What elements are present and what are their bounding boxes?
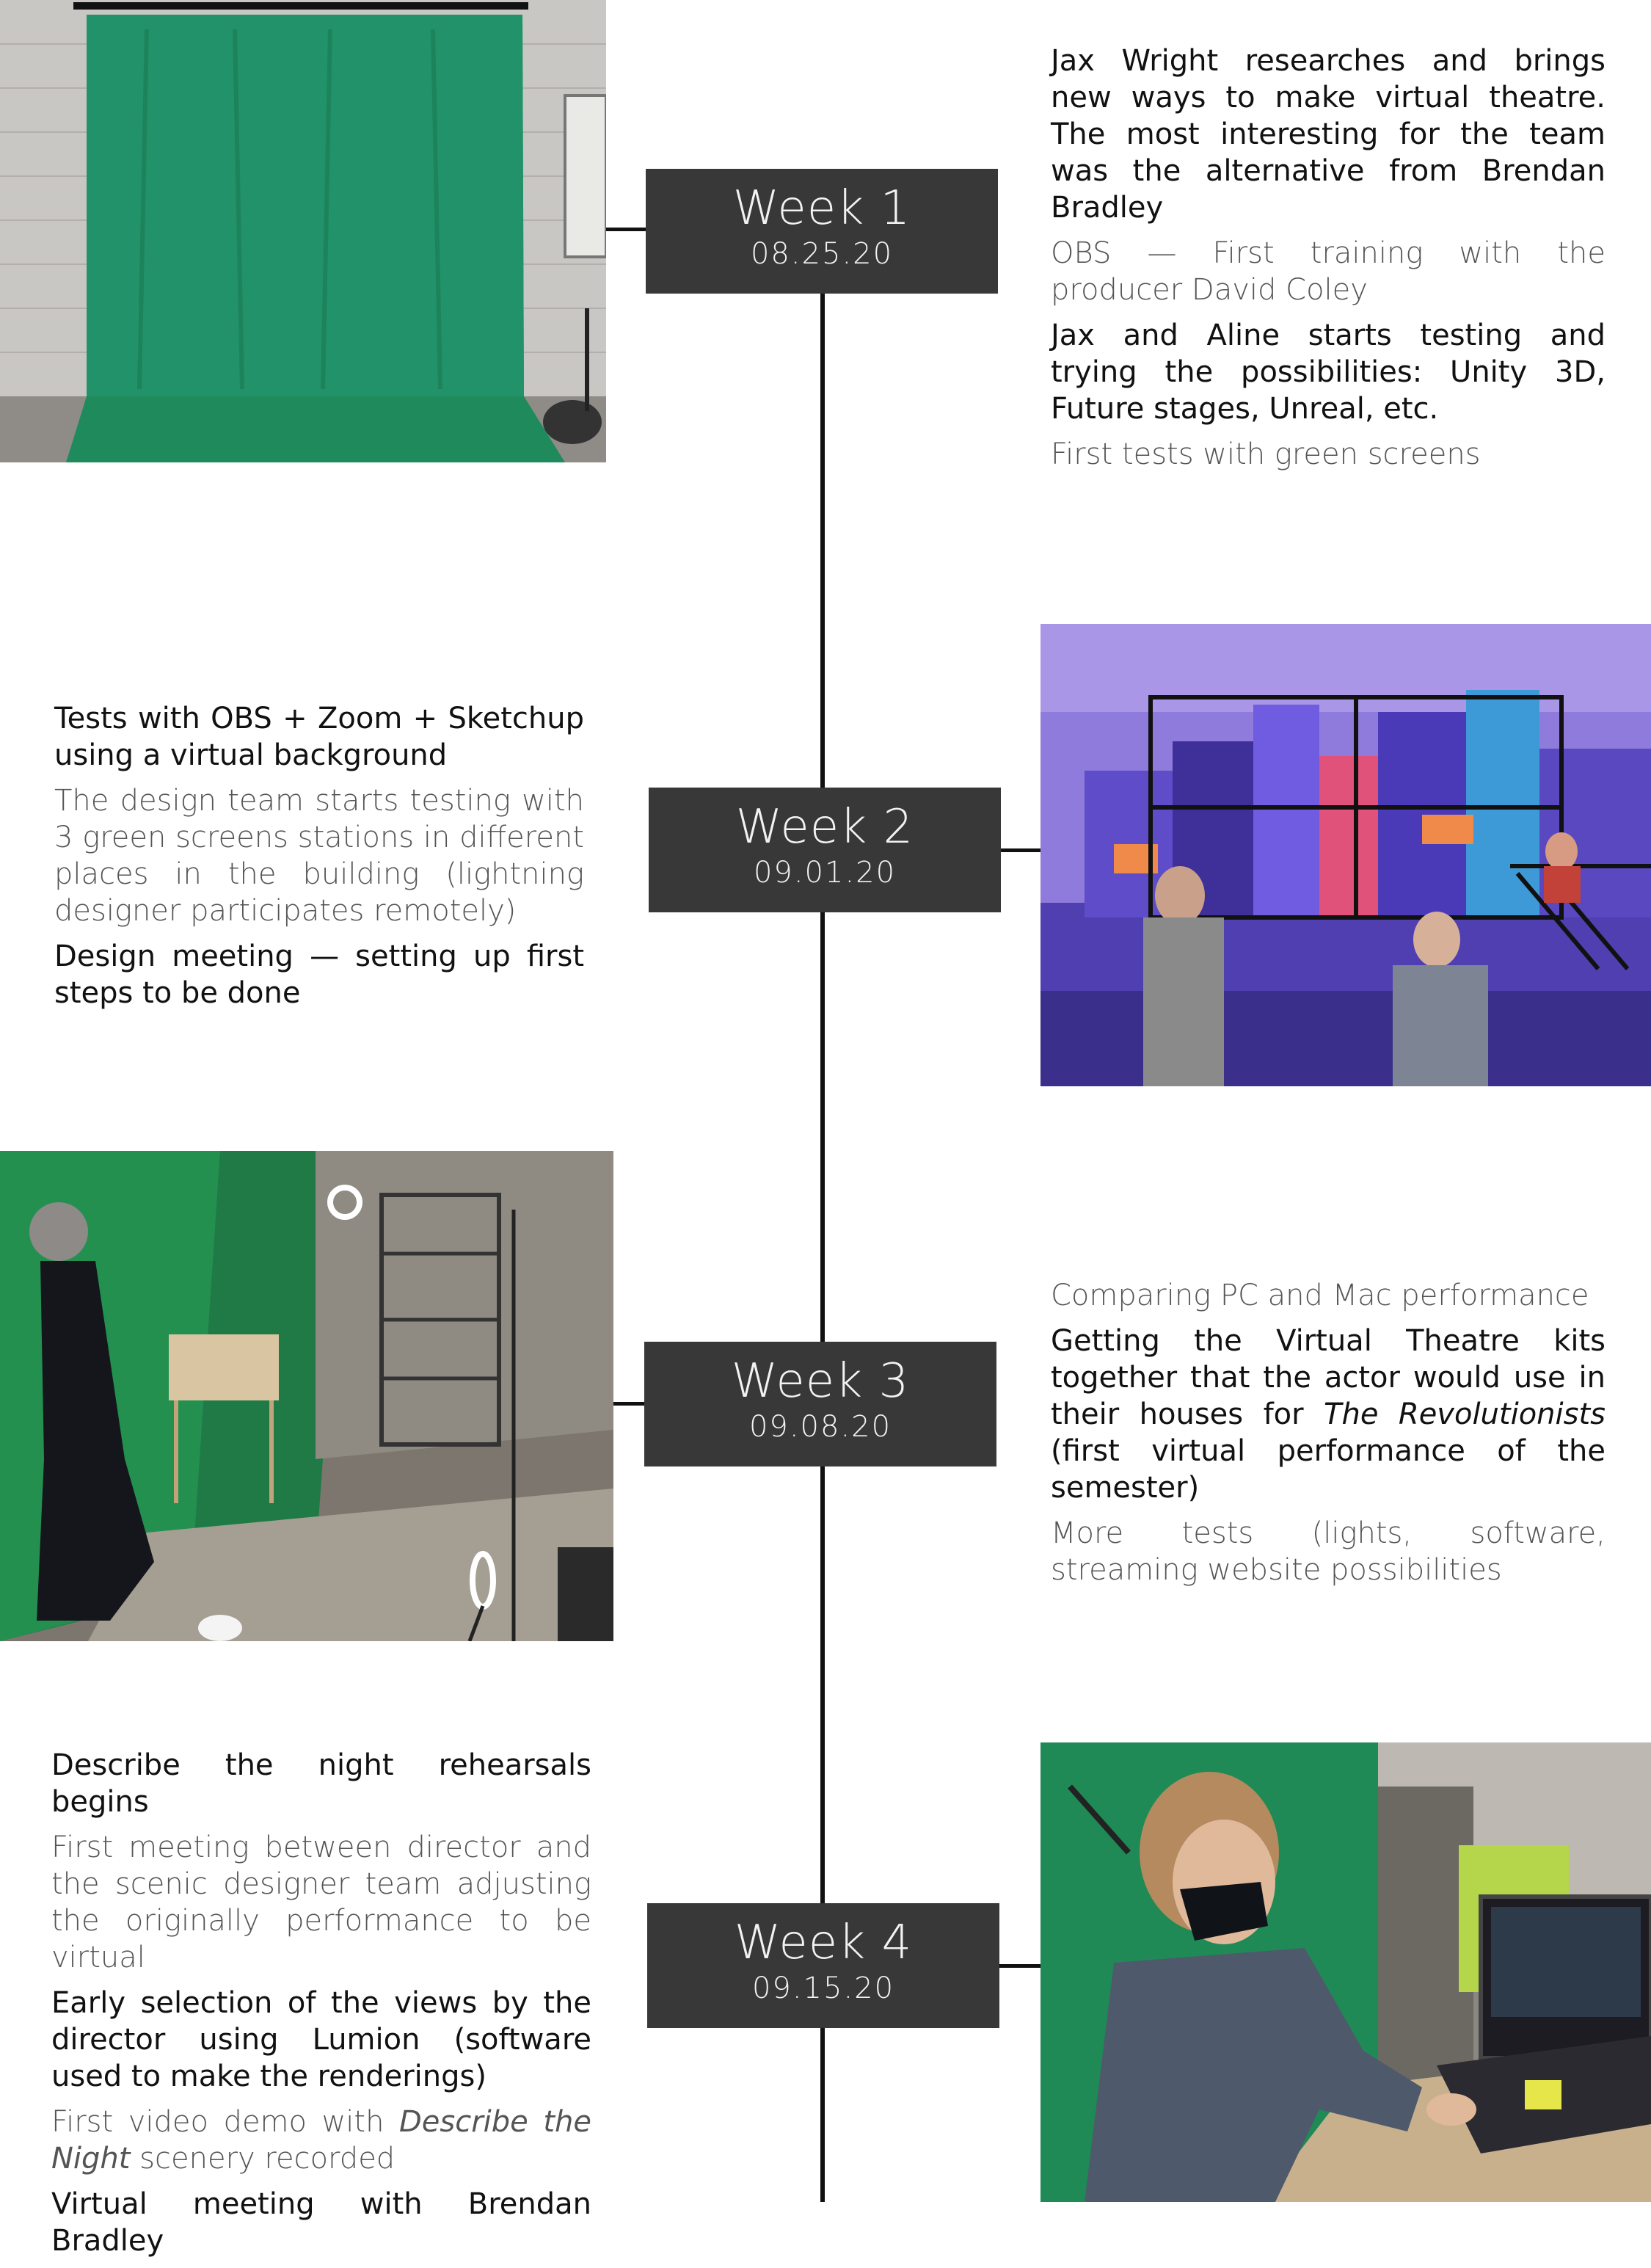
week-3-note: Comparing PC and Mac performance bbox=[1051, 1279, 1589, 1312]
week-4-note-text: First video demo with bbox=[51, 2105, 399, 2139]
week-2-notes: Tests with OBS + Zoom + Sketchup using a… bbox=[54, 700, 584, 1020]
green-screen-photo bbox=[0, 0, 606, 462]
week-2-box: Week 2 09.01.20 bbox=[649, 788, 1001, 912]
week-2-note: Design meeting — setting up first steps … bbox=[54, 939, 584, 1010]
week-4-note: Virtual meeting with Brendan Bradley bbox=[51, 2187, 591, 2258]
week-4-title: Week 4 bbox=[734, 1916, 913, 1970]
week-1-note: OBS — First training with the producer D… bbox=[1051, 236, 1606, 307]
week-1-date: 08.25.20 bbox=[750, 237, 894, 271]
week-3-title: Week 3 bbox=[731, 1354, 910, 1409]
connector-week-1 bbox=[606, 228, 647, 231]
week-3-note-text: (first virtual performance of the semest… bbox=[1051, 1434, 1606, 1505]
week-1-note: Jax Wright researches and brings new way… bbox=[1051, 44, 1606, 225]
virtual-set-render bbox=[1040, 624, 1651, 1086]
week-4-note: Early selection of the views by the dire… bbox=[51, 1986, 591, 2093]
week-2-title: Week 2 bbox=[735, 800, 914, 854]
week-4-note-text: scenery recorded bbox=[130, 2142, 396, 2176]
week-1-notes: Jax Wright researches and brings new way… bbox=[1051, 43, 1606, 481]
week-3-note: Getting the Virtual Theatre kits togethe… bbox=[1051, 1323, 1606, 1506]
week-2-date: 09.01.20 bbox=[753, 856, 897, 890]
week-4-box: Week 4 09.15.20 bbox=[647, 1903, 999, 2028]
week-1-note: First tests with green screens bbox=[1051, 437, 1481, 471]
week-2-note: The design team starts testing with 3 gr… bbox=[54, 784, 584, 928]
week-4-note: First video demo with Describe the Night… bbox=[51, 2104, 591, 2177]
week-3-note: More tests (lights, software, streaming … bbox=[1051, 1516, 1606, 1587]
connector-week-3 bbox=[613, 1402, 646, 1406]
week-4-date: 09.15.20 bbox=[751, 1971, 895, 2005]
week-3-notes: Comparing PC and Mac performance Getting… bbox=[1051, 1277, 1606, 1597]
week-3-box: Week 3 09.08.20 bbox=[644, 1342, 996, 1466]
week-1-title: Week 1 bbox=[732, 181, 911, 236]
week-2-note: Tests with OBS + Zoom + Sketchup using a… bbox=[54, 702, 584, 772]
week-1-box: Week 1 08.25.20 bbox=[646, 169, 998, 294]
week-3-note-title: The Revolutionists bbox=[1324, 1397, 1606, 1431]
week-1-note: Jax and Aline starts testing and trying … bbox=[1051, 319, 1606, 426]
actor-at-laptop-photo bbox=[1040, 1742, 1651, 2202]
green-screen-studio-photo bbox=[0, 1151, 613, 1641]
connector-week-2 bbox=[1001, 848, 1040, 852]
week-4-note: Describe the night rehearsals begins bbox=[51, 1748, 591, 1819]
week-4-note: First meeting between director and the s… bbox=[51, 1831, 591, 1974]
week-4-notes: Describe the night rehearsals begins Fir… bbox=[51, 1747, 591, 2268]
week-3-date: 09.08.20 bbox=[748, 1410, 892, 1444]
connector-week-4 bbox=[999, 1964, 1040, 1968]
